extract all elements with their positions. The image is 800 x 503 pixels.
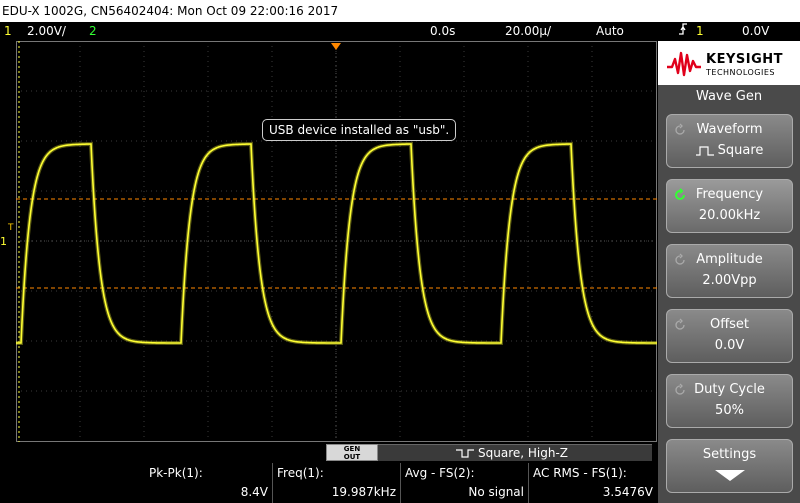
measurement-label: AC RMS - FS(1): — [533, 466, 627, 480]
measurement-pkpk[interactable]: Pk-Pk(1): 8.4V — [145, 463, 272, 503]
softkey-duty-cycle[interactable]: Duty Cycle 50% — [666, 374, 793, 428]
trigger-level[interactable]: 0.0V — [742, 22, 769, 41]
menu-title: Wave Gen — [695, 89, 763, 104]
measurement-label: Pk-Pk(1): — [149, 466, 203, 480]
measurement-value: No signal — [468, 485, 524, 499]
waveform-display[interactable]: USB device installed as "usb". — [16, 41, 657, 442]
ch2-number[interactable]: 2 — [89, 22, 97, 41]
brand-sub: TECHNOLOGIES — [706, 68, 775, 77]
softkey-label: Duty Cycle — [694, 382, 765, 397]
softkey-label: Amplitude — [696, 252, 763, 267]
softkey-value: 20.00kHz — [698, 208, 761, 223]
softkey-waveform[interactable]: Waveform Square — [666, 114, 793, 168]
usb-message: USB device installed as "usb". — [262, 119, 457, 141]
ch1-ground-marker[interactable]: 1 — [0, 236, 7, 248]
gen-out-button[interactable]: GEN OUT — [326, 444, 378, 461]
time-scale[interactable]: 20.00µ/ — [505, 22, 551, 41]
softkey-panel: KEYSIGHT TECHNOLOGIES Wave Gen Waveform … — [658, 41, 800, 503]
measurement-bar: Pk-Pk(1): 8.4V Freq(1): 19.987kHz Avg - … — [0, 463, 657, 503]
measurement-value: 19.987kHz — [331, 485, 396, 499]
softkey-label: Frequency — [695, 187, 764, 202]
gen-out-label-1: GEN — [343, 445, 361, 453]
measurement-acrms[interactable]: AC RMS - FS(1): 3.5476V — [528, 463, 657, 503]
ch1-number[interactable]: 1 — [4, 22, 12, 41]
softkey-label: Settings — [702, 447, 757, 462]
measurement-label: Avg - FS(2): — [405, 466, 475, 480]
keysight-logo: KEYSIGHT TECHNOLOGIES — [658, 41, 800, 85]
softkey-settings[interactable]: Settings — [666, 439, 793, 493]
measurement-freq[interactable]: Freq(1): 19.987kHz — [272, 463, 400, 503]
softkey-amplitude[interactable]: Amplitude 2.00Vpp — [666, 244, 793, 298]
measurement-value: 8.4V — [240, 485, 268, 499]
waveform-graticule — [16, 41, 657, 442]
time-delay[interactable]: 0.0s — [430, 22, 455, 41]
brand-name: KEYSIGHT — [706, 52, 783, 67]
trigger-channel[interactable]: 1 — [696, 22, 704, 41]
status-bar: 1 2.00V/ 2 0.0s 20.00µ/ Auto 1 0.0V — [0, 22, 800, 41]
square-wave-icon — [456, 449, 474, 458]
softkey-value: 50% — [715, 403, 744, 418]
softkey-label: Offset — [709, 317, 750, 332]
softkey-value: 0.0V — [714, 338, 745, 353]
wavegen-info: Square, High-Z — [378, 444, 652, 461]
wavegen-info-text: Square, High-Z — [478, 446, 569, 460]
measurement-label: Freq(1): — [277, 466, 324, 480]
trigger-edge-icon — [678, 22, 688, 42]
window-title: EDU-X 1002G, CN56402404: Mon Oct 09 22:0… — [0, 0, 800, 22]
softkey-value: 2.00Vpp — [702, 273, 757, 288]
submenu-arrow-icon — [667, 468, 792, 486]
trigger-level-marker[interactable]: T — [8, 223, 14, 233]
measurement-avg[interactable]: Avg - FS(2): No signal — [400, 463, 528, 503]
softkey-label: Waveform — [696, 122, 763, 137]
square-wave-icon — [695, 145, 714, 156]
trigger-position-marker — [331, 43, 341, 50]
trigger-mode[interactable]: Auto — [596, 22, 624, 41]
softkey-value-text: Square — [717, 143, 764, 158]
measurement-value: 3.5476V — [602, 485, 653, 499]
gen-out-label-2: OUT — [343, 453, 361, 461]
keysight-wave-icon — [667, 51, 701, 77]
softkey-offset[interactable]: Offset 0.0V — [666, 309, 793, 363]
softkey-value: Square — [667, 143, 792, 158]
softkey-frequency[interactable]: Frequency 20.00kHz — [666, 179, 793, 233]
ch1-scale[interactable]: 2.00V/ — [27, 22, 66, 41]
